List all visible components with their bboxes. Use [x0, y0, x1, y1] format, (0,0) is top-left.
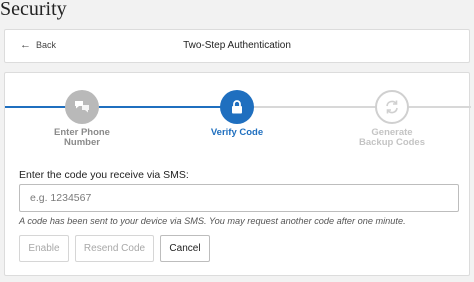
- chat-bubbles-icon: [75, 101, 89, 113]
- resend-code-button[interactable]: Resend Code: [75, 235, 154, 262]
- step-2-circle: [220, 90, 254, 124]
- step-1-label-line2: Number: [64, 137, 100, 148]
- enable-button[interactable]: Enable: [19, 235, 69, 262]
- step-3-label-line2: Backup Codes: [359, 137, 425, 148]
- verification-code-input[interactable]: [19, 184, 459, 212]
- page-title: Security: [0, 0, 67, 20]
- header-card: ← Back Two-Step Authentication: [4, 29, 470, 63]
- step-2-label: Verify Code: [192, 128, 282, 138]
- step-2-label-line1: Verify Code: [210, 127, 264, 138]
- step-1-circle: [65, 90, 99, 124]
- lock-icon: [232, 100, 242, 114]
- code-field-label: Enter the code you receive via SMS:: [19, 169, 189, 181]
- refresh-icon: [386, 100, 398, 114]
- main-card: Enter Phone Number Verify Code Generate …: [4, 72, 471, 276]
- cancel-button[interactable]: Cancel: [160, 235, 210, 262]
- sms-hint-text: A code has been sent to your device via …: [19, 216, 406, 226]
- step-3-label: Generate Backup Codes: [347, 128, 437, 148]
- header-title: Two-Step Authentication: [183, 40, 291, 51]
- progress-track-complete: [5, 106, 237, 108]
- step-3-circle: [375, 90, 409, 124]
- step-1-label: Enter Phone Number: [37, 128, 127, 148]
- progress-track-remaining: [237, 106, 471, 108]
